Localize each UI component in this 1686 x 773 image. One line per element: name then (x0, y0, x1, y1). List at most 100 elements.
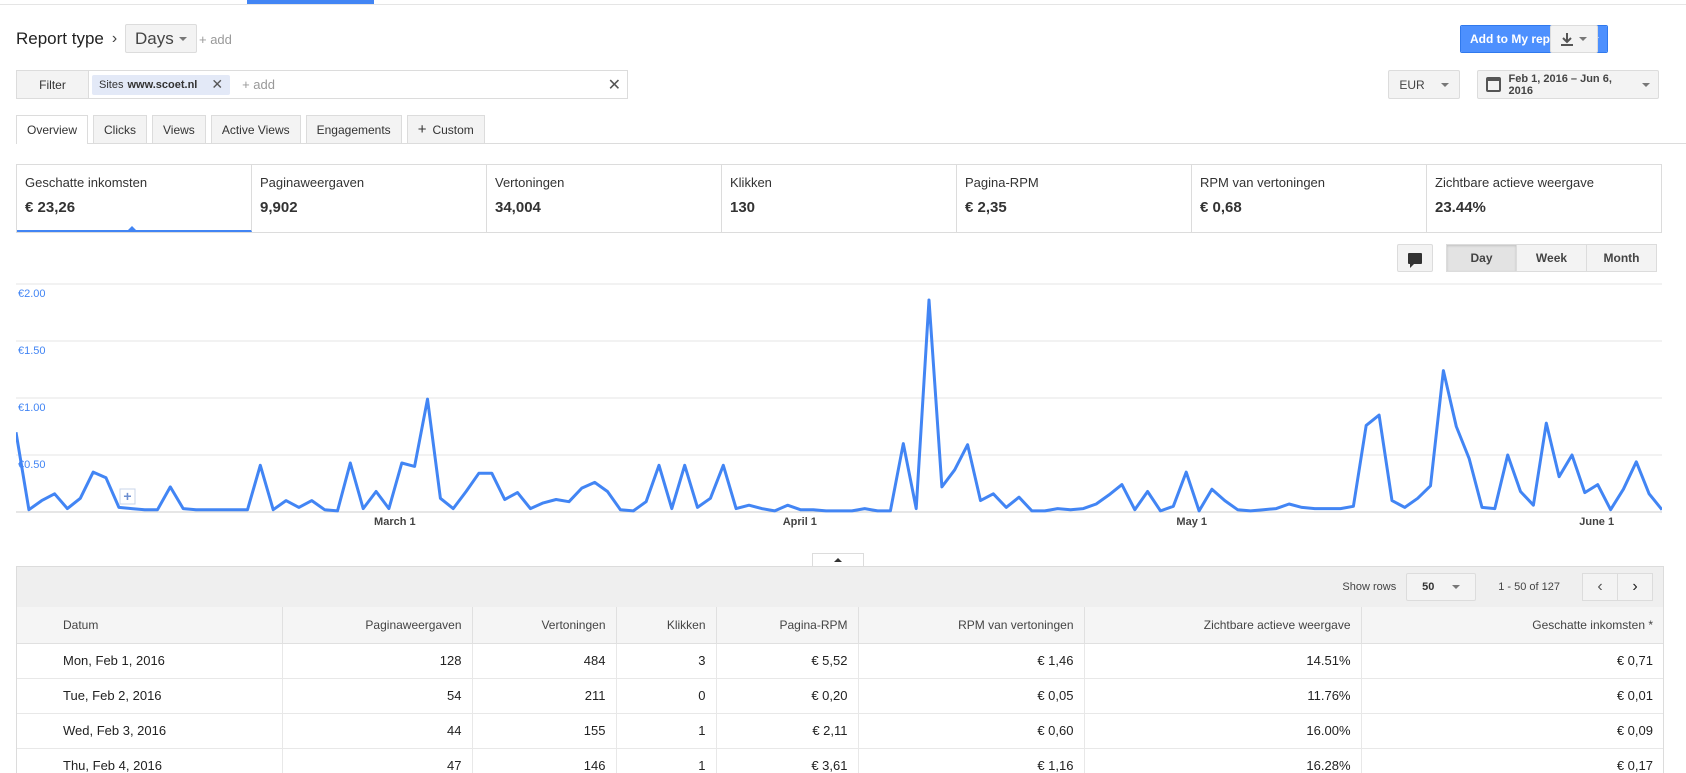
column-header-date[interactable]: Datum (17, 607, 283, 644)
cell-page-rpm: € 3,61 (716, 748, 859, 773)
cell-estimated-earnings: € 0,01 (1361, 678, 1663, 714)
metric-card-active-view-viewable[interactable]: Zichtbare actieve weergave 23.44% (1427, 165, 1661, 232)
close-icon[interactable]: ✕ (211, 76, 223, 93)
filter-bar: Filter Sites www.scoet.nl ✕ + add ✕ (16, 70, 628, 99)
column-header-page-views[interactable]: Paginaweergaven (281, 607, 473, 644)
tab-custom[interactable]: + Custom (406, 115, 485, 143)
tab-clicks[interactable]: Clicks (93, 115, 148, 143)
cell-active-view: 16.28% (1084, 748, 1362, 773)
metric-card-clicks[interactable]: Klikken 130 (722, 165, 957, 232)
x-tick-label: June 1 (1579, 516, 1614, 528)
table-toolbar: Show rows 50 1 - 50 of 127 ‹ › (17, 567, 1663, 607)
cell-page-rpm: € 2,11 (716, 713, 859, 749)
column-header-impression-rpm[interactable]: RPM van vertoningen (857, 607, 1085, 644)
metric-value: € 23,26 (25, 199, 76, 216)
report-type-label: Report type (16, 29, 104, 48)
show-rows-select[interactable]: 50 (1406, 573, 1477, 601)
cell-estimated-earnings: € 0,17 (1361, 748, 1663, 773)
dropdown-caret-icon (1452, 585, 1461, 589)
cell-estimated-earnings: € 0,09 (1361, 713, 1663, 749)
column-header-clicks[interactable]: Klikken (615, 607, 717, 644)
download-icon (1561, 32, 1573, 46)
tabs-divider (16, 143, 1686, 144)
column-header-active-view[interactable]: Zichtbare actieve weergave (1083, 607, 1362, 644)
cell-date: Tue, Feb 2, 2016 (17, 678, 283, 714)
tab-engagements[interactable]: Engagements (305, 115, 402, 143)
x-tick-label: April 1 (783, 516, 817, 528)
filter-button[interactable]: Filter (17, 71, 89, 98)
metric-card-page-rpm[interactable]: Pagina-RPM € 2,35 (957, 165, 1192, 232)
add-report-dimension-link[interactable]: + add (199, 32, 232, 47)
tab-views[interactable]: Views (152, 115, 206, 143)
cell-impressions: 484 (472, 643, 617, 679)
filter-chip-sites[interactable]: Sites www.scoet.nl ✕ (92, 74, 231, 95)
annotations-button[interactable] (1397, 244, 1433, 272)
cell-clicks: 1 (616, 748, 717, 773)
table-row[interactable]: Tue, Feb 2, 2016 54 211 0 € 0,20 € 0,05 11.76%… (17, 678, 1663, 714)
cell-active-view: 14.51% (1084, 643, 1362, 679)
column-header-page-rpm[interactable]: Pagina-RPM (715, 607, 859, 644)
calendar-icon (1486, 77, 1501, 92)
date-range-picker[interactable]: Feb 1, 2016 – Jun 6, 2016 (1477, 70, 1659, 99)
svg-text:+: + (123, 488, 131, 504)
tab-active-views[interactable]: Active Views (210, 115, 301, 143)
metric-value: 34,004 (495, 199, 541, 216)
column-header-estimated-earnings[interactable]: Geschatte inkomsten * (1360, 607, 1663, 644)
x-tick-label: March 1 (374, 516, 416, 528)
report-type-breadcrumb: Report type › (16, 29, 117, 49)
date-range-value: Feb 1, 2016 – Jun 6, 2016 (1508, 72, 1612, 97)
cell-active-view: 11.76% (1084, 678, 1362, 714)
tab-custom-label: Custom (432, 122, 474, 137)
download-button[interactable] (1550, 25, 1598, 53)
cell-impressions: 155 (472, 713, 617, 749)
y-tick-label: €1.00 (18, 402, 46, 414)
pagination-info: 1 - 50 of 127 (1498, 581, 1560, 593)
column-header-impressions[interactable]: Vertoningen (471, 607, 617, 644)
cell-impressions: 211 (472, 678, 617, 714)
add-annotation-icon[interactable]: + (119, 488, 136, 505)
report-table-panel: Show rows 50 1 - 50 of 127 ‹ › Datum Pag… (16, 566, 1664, 773)
granularity-toggle: Day Week Month (1446, 244, 1657, 272)
table-row[interactable]: Thu, Feb 4, 2016 47 146 1 € 3,61 € 1,16 16.28%… (17, 748, 1663, 773)
earnings-line-chart: €0.50€1.00€1.50€2.00March 1 April 1 May 1J… (16, 283, 1662, 528)
cell-page-views: 44 (282, 713, 473, 749)
chevron-left-icon: ‹ (1597, 578, 1603, 595)
metric-card-impressions[interactable]: Vertoningen 34,004 (487, 165, 722, 232)
tab-overview[interactable]: Overview (16, 115, 89, 144)
cell-impression-rpm: € 0,05 (858, 678, 1085, 714)
collapse-chart-button[interactable] (812, 553, 864, 566)
filter-chip-key: Sites (99, 78, 124, 91)
currency-select[interactable]: EUR (1388, 70, 1460, 99)
show-rows-label: Show rows (1342, 581, 1397, 593)
cell-clicks: 3 (616, 643, 717, 679)
metric-card-estimated-earnings[interactable]: Geschatte inkomsten € 23,26 (17, 165, 252, 232)
currency-value: EUR (1399, 77, 1425, 92)
metric-card-page-views[interactable]: Paginaweergaven 9,902 (252, 165, 487, 232)
cell-clicks: 0 (616, 678, 717, 714)
table-body: Mon, Feb 1, 2016 128 484 3 € 5,52 € 1,46 14.51… (17, 643, 1663, 773)
plus-icon: + (417, 121, 427, 138)
report-type-select[interactable]: Days (125, 24, 197, 53)
metric-name: Klikken (730, 175, 772, 190)
granularity-month-button[interactable]: Month (1586, 244, 1657, 272)
dropdown-caret-icon (1642, 82, 1650, 87)
cell-page-views: 47 (282, 748, 473, 773)
granularity-week-button[interactable]: Week (1516, 244, 1587, 272)
metric-value: 23.44% (1435, 199, 1486, 216)
metric-tabs: Overview Clicks Views Active Views Engag… (16, 115, 485, 144)
active-top-tab-indicator (247, 0, 374, 4)
filter-add-input[interactable]: + add (242, 77, 608, 92)
close-icon[interactable]: ✕ (608, 75, 621, 95)
table-row[interactable]: Mon, Feb 1, 2016 128 484 3 € 5,52 € 1,46 14.51… (17, 643, 1663, 679)
cell-date: Mon, Feb 1, 2016 (17, 643, 283, 679)
cell-impressions: 146 (472, 748, 617, 773)
comment-icon (1408, 252, 1422, 268)
metric-card-impression-rpm[interactable]: RPM van vertoningen € 0,68 (1192, 165, 1427, 232)
previous-page-button[interactable]: ‹ (1582, 573, 1618, 601)
report-table: Datum Paginaweergaven Vertoningen Klikke… (17, 607, 1663, 773)
next-page-button[interactable]: › (1617, 573, 1653, 601)
cell-date: Thu, Feb 4, 2016 (17, 748, 283, 773)
table-row[interactable]: Wed, Feb 3, 2016 44 155 1 € 2,11 € 0,60 16.00%… (17, 713, 1663, 749)
y-tick-label: €1.50 (18, 345, 46, 357)
granularity-day-button[interactable]: Day (1446, 244, 1517, 272)
